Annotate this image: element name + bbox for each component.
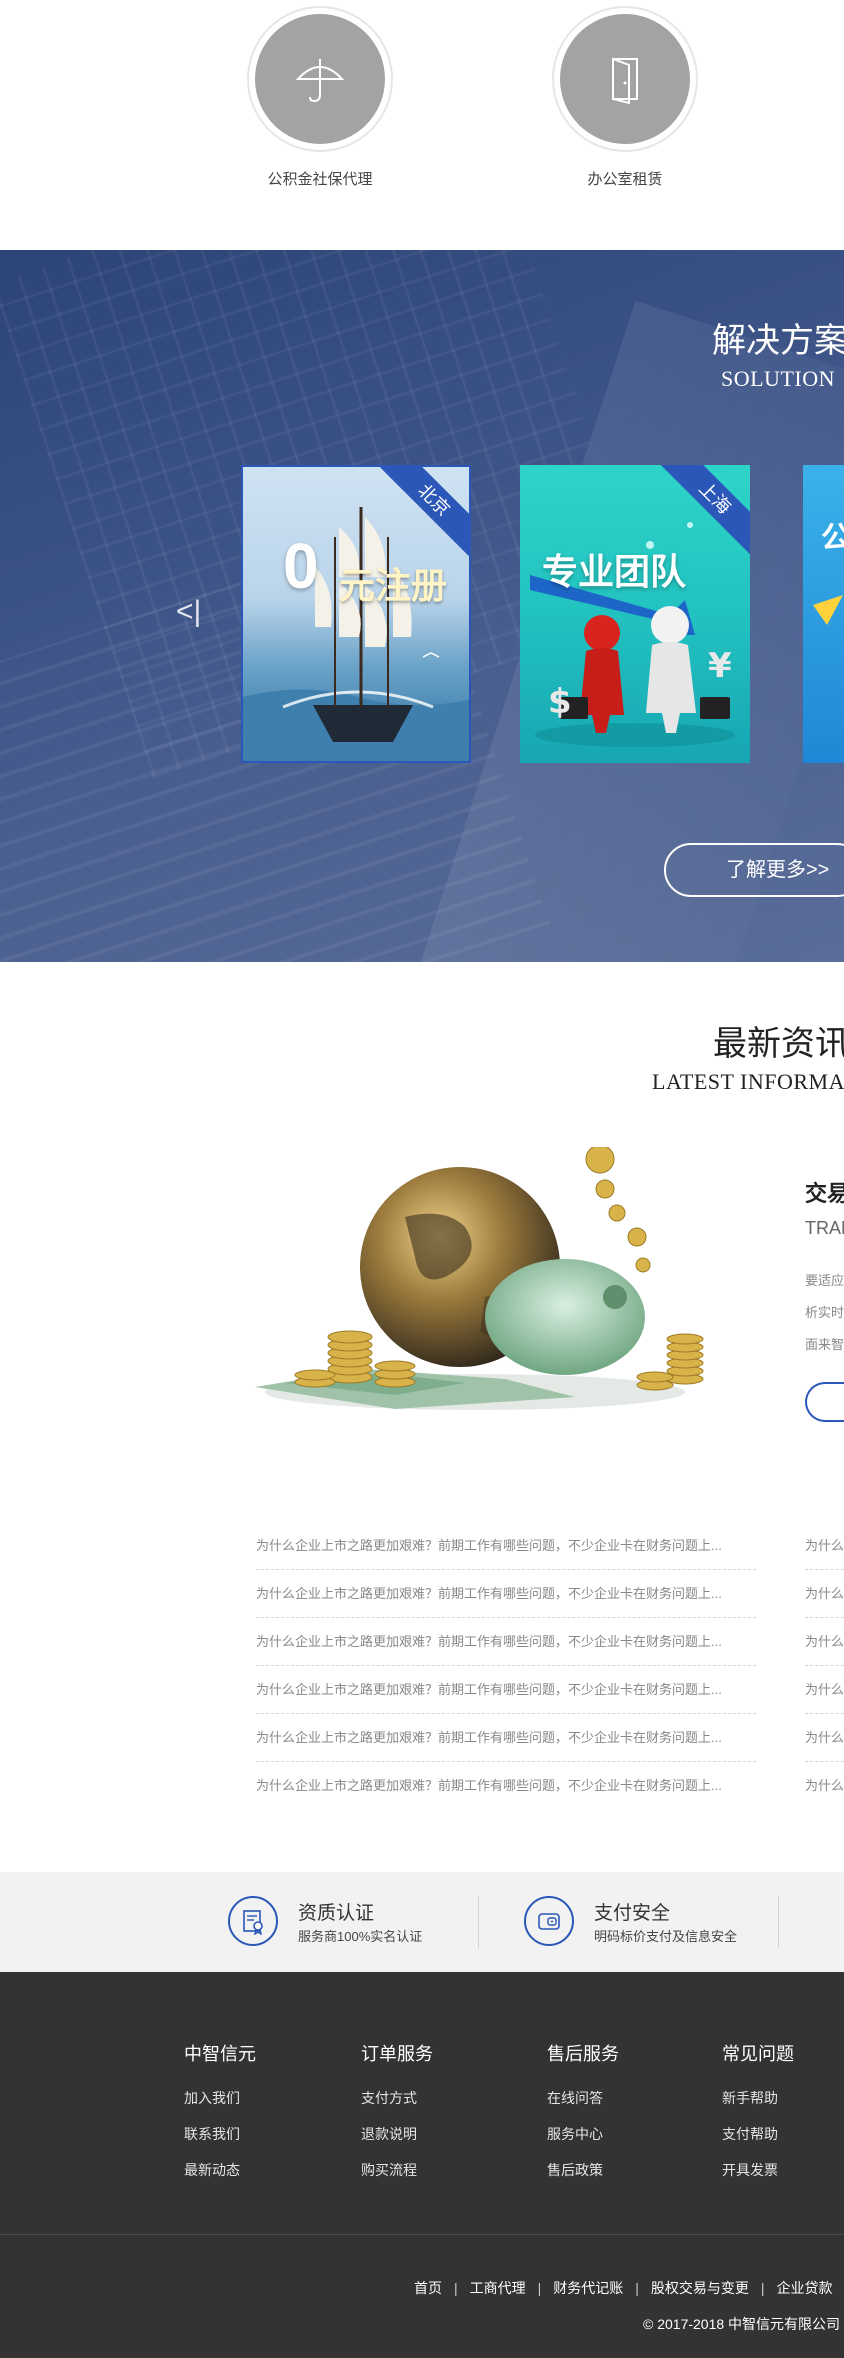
news-list-item[interactable]: 为什么 [805,1618,844,1666]
divider [0,2234,844,2235]
divider [478,1896,479,1948]
footer-heading: 中智信元 [184,2044,256,2064]
wallet-icon [524,1896,574,1946]
solution-card-beijing[interactable]: 0 元注册 北京 [241,465,471,763]
service-label: 办公室租赁 [587,171,663,188]
footer-nav: 首页 | 工商代理 | 财务代记账 | 股权交易与变更 | 企业贷款 [414,2278,833,2298]
trust-desc: 服务商100%实名认证 [298,1929,423,1944]
door-icon [612,57,638,105]
nav-separator: | [760,2280,765,2296]
footer-heading: 售后服务 [547,2044,619,2064]
news-list: 为什么企业上市之路更加艰难？前期工作有哪些问题，不少企业卡在财务问题上... 为… [256,1522,756,1810]
service-disc [560,14,690,144]
news-list-item[interactable]: 为什么企业上市之路更加艰难？前期工作有哪些问题，不少企业卡在财务问题上... [256,1714,756,1762]
footer-column-orders: 订单服务 支付方式 退款说明 购买流程 [361,2040,501,2196]
carousel-prev-button[interactable]: <| [176,595,206,635]
footer-heading: 订单服务 [361,2044,433,2064]
feature-article-subtitle: TRAN [805,1218,844,1238]
learn-more-button[interactable]: 了解更多>> [664,843,844,897]
footer-link[interactable]: 购买流程 [361,2160,501,2196]
footer-link[interactable]: 支付帮助 [722,2124,844,2160]
umbrella-icon [295,59,345,103]
footer-link[interactable]: 开具发票 [722,2160,844,2196]
news-list-item[interactable]: 为什么 [805,1666,844,1714]
site-footer: 中智信元 加入我们 联系我们 最新动态 订单服务 支付方式 退款说明 购买流程 … [0,1972,844,2358]
section-title: 最新资讯 [713,1025,844,1063]
footer-link[interactable]: 联系我们 [184,2124,324,2160]
card-headline: 专业团队 [542,551,687,593]
nav-separator: | [635,2280,639,2296]
news-section: 最新资讯 LATEST INFORMA 交易 TRA 要适应 析实时 面来智 为… [0,962,844,1872]
service-ring [552,6,698,152]
news-list-item[interactable]: 为什么企业上市之路更加艰难？前期工作有哪些问题，不少企业卡在财务问题上... [256,1522,756,1570]
footer-nav-link[interactable]: 工商代理 [470,2280,526,2296]
footer-link[interactable]: 售后政策 [547,2160,687,2196]
footer-link[interactable]: 在线问答 [547,2088,687,2124]
section-subtitle: LATEST INFORMA [652,1069,844,1094]
service-label: 公积金社保代理 [267,171,373,188]
footer-heading: 常见问题 [722,2044,794,2064]
trust-bar: 资质认证 服务商100%实名认证 支付安全 明码标价支付及信息安全 [0,1872,844,1972]
footer-column-faq: 常见问题 新手帮助 支付帮助 开具发票 [722,2040,844,2196]
solution-card-shanghai[interactable]: $ ¥ 专业团队 上海 [520,465,750,763]
svg-text:$: $ [548,682,572,722]
solution-card-partial[interactable]: 公 [803,465,844,763]
footer-nav-link[interactable]: 企业贷款 [777,2280,833,2296]
feature-article-text: 析实时 [805,1305,844,1320]
footer-link[interactable]: 最新动态 [184,2160,324,2196]
news-list-item[interactable]: 为什么企业上市之路更加艰难？前期工作有哪些问题，不少企业卡在财务问题上... [256,1618,756,1666]
footer-link[interactable]: 退款说明 [361,2124,501,2160]
footer-link[interactable]: 服务中心 [547,2124,687,2160]
service-item-office-rental[interactable]: 办公室租赁 [550,6,700,189]
news-list-item[interactable]: 为什么 [805,1762,844,1810]
news-list-item[interactable]: 为什么 [805,1522,844,1570]
footer-link[interactable]: 新手帮助 [722,2088,844,2124]
trust-desc: 明码标价支付及信息安全 [594,1929,738,1944]
divider [778,1896,779,1948]
svg-text:¥: ¥ [708,646,732,686]
news-list-item[interactable]: 为什么企业上市之路更加艰难？前期工作有哪些问题，不少企业卡在财务问题上... [256,1570,756,1618]
card-headline: 元注册 [339,565,448,606]
certificate-icon [228,1896,278,1946]
trust-title: 支付安全 [594,1903,671,1924]
footer-nav-link[interactable]: 财务代记账 [553,2280,623,2296]
nav-separator: | [537,2280,542,2296]
news-list-item[interactable]: 为什么 [805,1570,844,1618]
card-highlight-number: 0 [283,530,319,602]
feature-article-text: 面来智 [805,1337,844,1352]
feature-more-button[interactable] [805,1382,844,1422]
footer-link[interactable]: 支付方式 [361,2088,501,2124]
nav-separator: | [454,2280,458,2296]
finance-globe-image [245,1144,735,1417]
services-section: 公积金社保代理 办公室租赁 [0,0,844,250]
section-subtitle: SOLUTION [721,366,835,391]
feature-article-title[interactable]: 交易 [805,1176,844,1208]
news-list-item[interactable]: 为什么 [805,1714,844,1762]
footer-nav-link[interactable]: 首页 [414,2280,442,2296]
footer-nav-link[interactable]: 股权交易与变更 [651,2280,749,2296]
section-title: 解决方案 [712,322,844,360]
trust-title: 资质认证 [298,1903,375,1924]
service-item-provident-fund[interactable]: 公积金社保代理 [245,6,395,189]
feature-article-text: 要适应 [805,1273,844,1288]
footer-column-aftersales: 售后服务 在线问答 服务中心 售后政策 [547,2040,687,2196]
news-list-item[interactable]: 为什么企业上市之路更加艰难？前期工作有哪些问题，不少企业卡在财务问题上... [256,1666,756,1714]
news-list-item[interactable]: 为什么企业上市之路更加艰难？前期工作有哪些问题，不少企业卡在财务问题上... [256,1762,756,1810]
service-disc [255,14,385,144]
footer-link[interactable]: 加入我们 [184,2088,324,2124]
globe-coins-icon [255,1144,704,1410]
service-ring [247,6,393,152]
solution-section: 解决方案 SOLUTION <| 0 元注册 北京 $ ¥ 专业团队 上海 公 … [0,250,844,962]
footer-column-company: 中智信元 加入我们 联系我们 最新动态 [184,2040,324,2196]
arrow-graphic-icon [813,595,843,625]
news-list-right: 为什么 为什么 为什么 为什么 为什么 为什么 [805,1522,844,1810]
copyright-text: © 2017-2018 中智信元有限公司 [643,2316,841,2332]
chevron-left-icon: <| [176,595,202,628]
